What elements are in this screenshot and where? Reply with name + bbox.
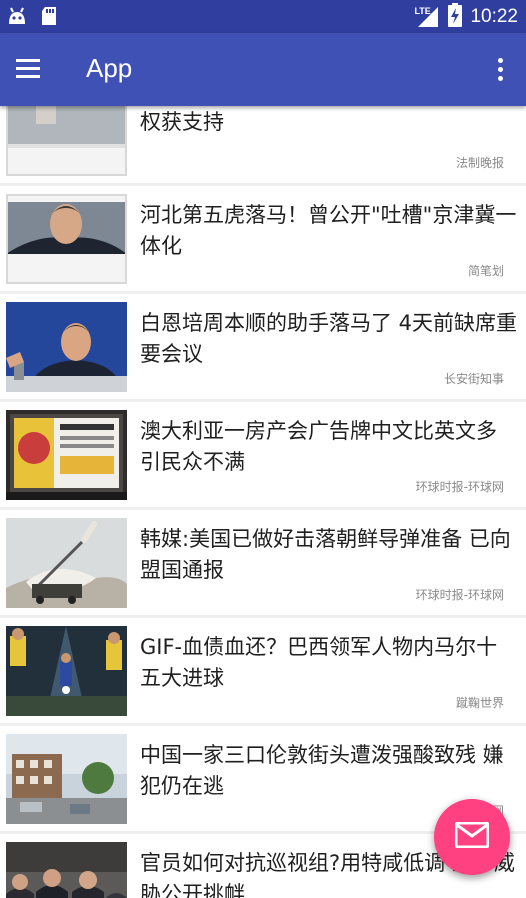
news-title: 韩媒:美国已做好击落朝鲜导弹准备 已向盟国通报 [140,527,511,582]
news-item[interactable]: 韩媒:美国已做好击落朝鲜导弹准备 已向盟国通报 环球时报-环球网 [0,510,526,615]
status-bar: LTE 10:22 [0,0,526,33]
news-thumbnail [6,194,127,284]
news-source: 简笔划 [467,264,504,278]
news-title: 河北第五虎落马！曾公开"吐槽"京津冀一体化 [140,203,517,258]
news-source: 长安街知事 [443,372,504,386]
news-source: 环球时报-环球网 [415,480,504,494]
news-title: 中国一家三口伦敦街头遭泼强酸致残 嫌犯仍在逃 [140,743,504,798]
news-thumbnail [6,106,127,176]
news-source: 蹴鞠世界 [455,696,504,710]
news-item[interactable]: 澳大利亚一房产会广告牌中文比英文多 引民众不满 环球时报-环球网 [0,402,526,507]
news-thumbnail [6,842,127,898]
status-time: 10:22 [470,5,518,27]
news-item[interactable]: 白恩培周本顺的助手落马了 4天前缺席重要会议 长安街知事 [0,294,526,399]
news-title: 白恩培周本顺的助手落马了 4天前缺席重要会议 [140,311,518,366]
app-title: App [86,53,133,83]
news-thumbnail [6,410,127,500]
more-vert-icon[interactable] [488,55,512,85]
android-icon [6,6,28,30]
lte-signal-icon: LTE [414,5,440,29]
app-bar: App [0,33,526,106]
news-thumbnail [6,626,127,716]
news-item[interactable]: 吴京独孙慕威中文九号京婴京服话真监护权获支持 法制晚报 [0,106,526,183]
news-feed[interactable]: 吴京独孙慕威中文九号京婴京服话真监护权获支持 法制晚报 河北第五虎落马！曾公开"… [0,106,526,898]
news-thumbnail [6,518,127,608]
sd-card-icon [40,6,58,30]
news-item[interactable]: GIF-血债血还？巴西领军人物内马尔十五大进球 蹴鞠世界 [0,618,526,723]
email-fab[interactable] [434,799,510,875]
menu-icon[interactable] [10,53,46,85]
email-icon [454,821,490,852]
news-title: 澳大利亚一房产会广告牌中文比英文多 引民众不满 [140,419,497,474]
news-source: 法制晚报 [455,156,504,170]
news-item[interactable]: 河北第五虎落马！曾公开"吐槽"京津冀一体化 简笔划 [0,186,526,291]
network-type: LTE [414,5,431,16]
news-thumbnail [6,734,127,824]
battery-charging-icon [448,2,463,31]
news-title: 吴京独孙慕威中文九号京婴京服话真监护权获支持 [140,110,224,134]
news-thumbnail [6,302,127,392]
news-source: 环球时报-环球网 [415,588,504,602]
news-title: GIF-血债血还？巴西领军人物内马尔十五大进球 [140,635,498,690]
